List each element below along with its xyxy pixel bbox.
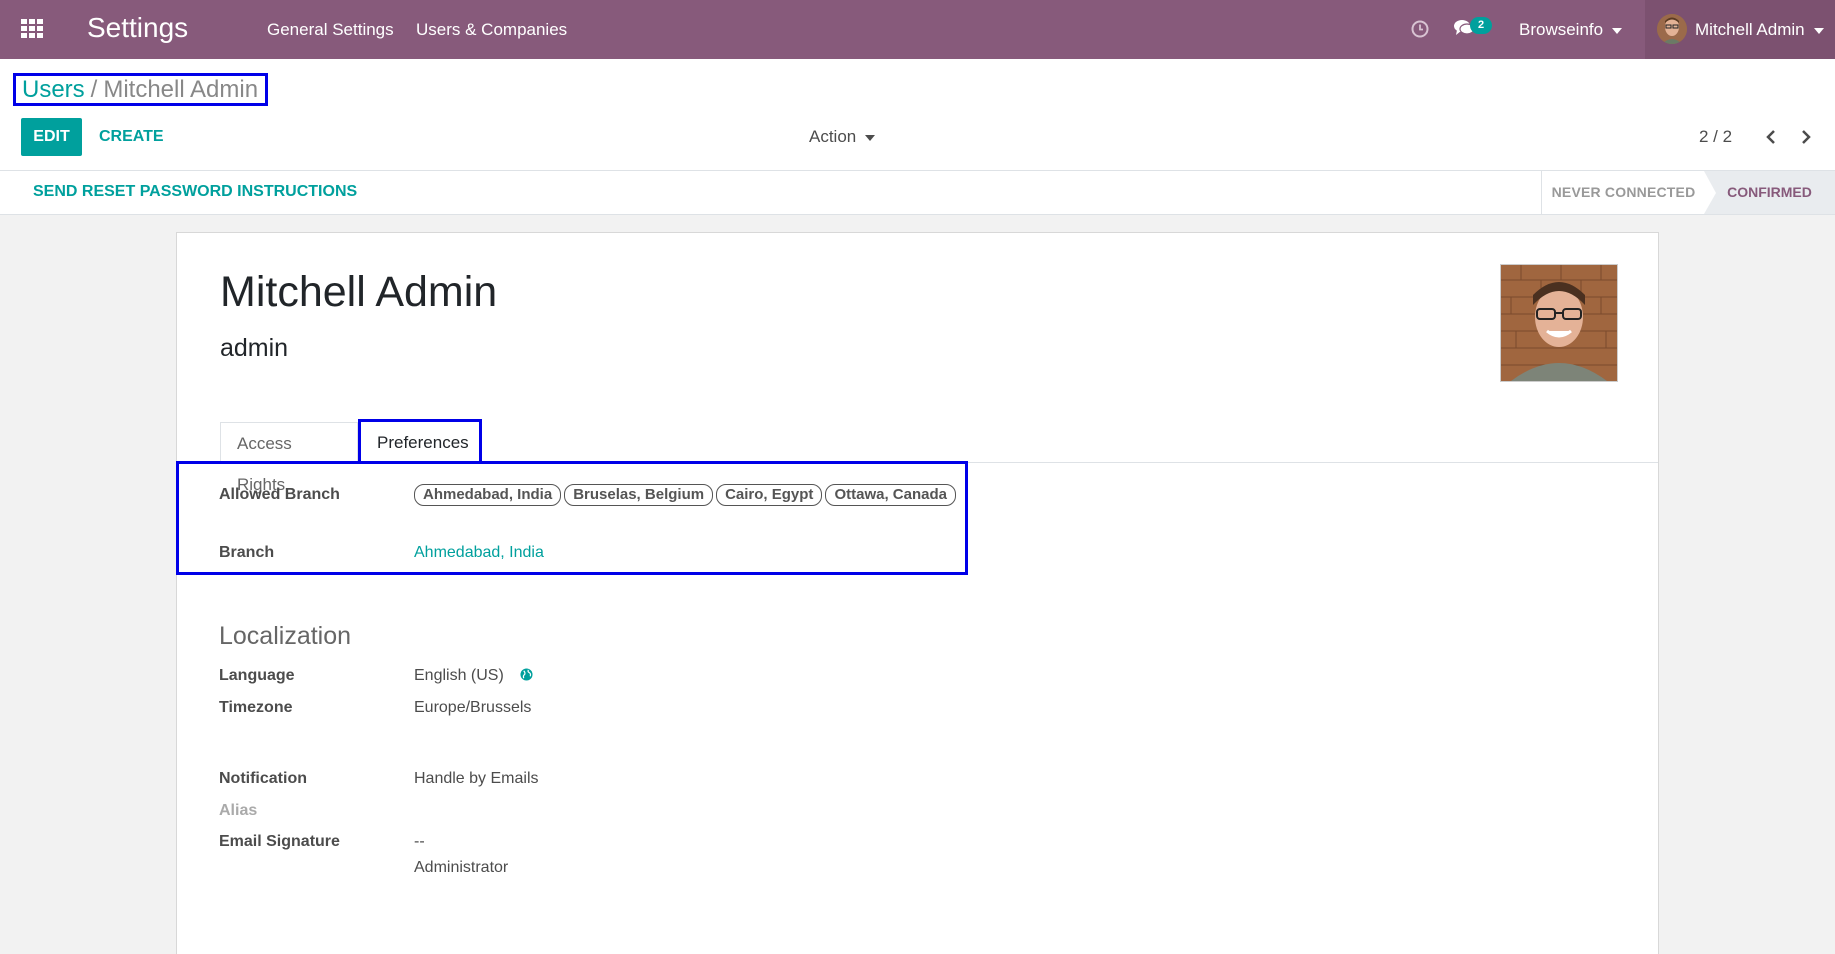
user-name: Mitchell Admin (1695, 20, 1824, 40)
tab-preferences[interactable]: Preferences (358, 419, 482, 464)
app-title[interactable]: Settings (87, 12, 188, 44)
status-header: SEND RESET PASSWORD INSTRUCTIONS NEVER C… (0, 171, 1835, 215)
breadcrumb: Users / Mitchell Admin (13, 73, 268, 106)
branch-tag: Ahmedabad, India (414, 484, 562, 506)
action-dropdown[interactable]: Action (809, 118, 876, 156)
user-avatar (1657, 14, 1687, 44)
allowed-branch-label: Allowed Branch (219, 486, 340, 503)
email-signature-line2: Administrator (414, 859, 509, 876)
branch-label: Branch (219, 544, 275, 561)
user-name-title: Mitchell Admin (220, 268, 498, 316)
form-sheet: Mitchell Admin admin Access Rights Prefe… (176, 232, 1659, 954)
branch-tag: Bruselas, Belgium (564, 484, 714, 506)
send-reset-password-button[interactable]: SEND RESET PASSWORD INSTRUCTIONS (33, 183, 357, 201)
control-panel (0, 59, 1835, 171)
caret-down-icon (1813, 27, 1824, 34)
globe-icon[interactable] (520, 668, 533, 681)
user-login: admin (220, 334, 289, 362)
company-name: Browseinfo (1519, 20, 1604, 39)
top-navbar: Settings General Settings Users & Compan… (0, 0, 1835, 59)
breadcrumb-current: Mitchell Admin (103, 76, 259, 103)
alias-label: Alias (219, 802, 258, 819)
tab-access-rights[interactable]: Access Rights (220, 422, 358, 494)
create-button[interactable]: CREATE (99, 118, 164, 156)
email-signature-line1: -- (414, 833, 425, 850)
notification-label: Notification (219, 770, 307, 787)
allowed-branch-tags: Ahmedabad, India Bruselas, Belgium Cairo, … (414, 484, 959, 506)
edit-button[interactable]: EDIT (21, 118, 82, 156)
pager-value[interactable]: 2 / 2 (1699, 118, 1732, 156)
notebook-tabs: Access Rights Preferences (177, 419, 1658, 494)
company-switcher[interactable]: Browseinfo (1519, 20, 1623, 40)
caret-down-icon (1612, 27, 1623, 34)
user-menu[interactable]: Mitchell Admin (1645, 0, 1835, 59)
email-signature-label: Email Signature (219, 833, 340, 850)
language-label: Language (219, 667, 295, 684)
branch-value-link[interactable]: Ahmedabad, India (414, 544, 544, 562)
chevron-right-icon[interactable] (1797, 128, 1815, 146)
branch-highlight-box (176, 461, 968, 575)
apps-grid-icon[interactable] (21, 19, 45, 39)
messages-count-badge: 2 (1470, 17, 1492, 34)
status-never-connected: NEVER CONNECTED (1541, 171, 1705, 214)
user-photo[interactable] (1500, 264, 1618, 382)
menu-general-settings[interactable]: General Settings (267, 20, 394, 40)
language-value: English (US) (414, 667, 504, 684)
breadcrumb-separator: / (90, 76, 98, 103)
timezone-label: Timezone (219, 699, 293, 716)
activity-clock-icon[interactable] (1410, 19, 1430, 39)
status-confirmed: CONFIRMED (1704, 171, 1835, 214)
chevron-left-icon[interactable] (1762, 128, 1780, 146)
breadcrumb-users-link[interactable]: Users (22, 76, 85, 103)
caret-down-icon (865, 134, 876, 141)
branch-tag: Cairo, Egypt (716, 484, 823, 506)
action-label: Action (809, 127, 857, 146)
menu-users-companies[interactable]: Users & Companies (416, 20, 567, 40)
timezone-value: Europe/Brussels (414, 699, 532, 716)
localization-section-title: Localization (219, 622, 352, 650)
notification-value: Handle by Emails (414, 770, 539, 787)
branch-tag: Ottawa, Canada (825, 484, 956, 506)
